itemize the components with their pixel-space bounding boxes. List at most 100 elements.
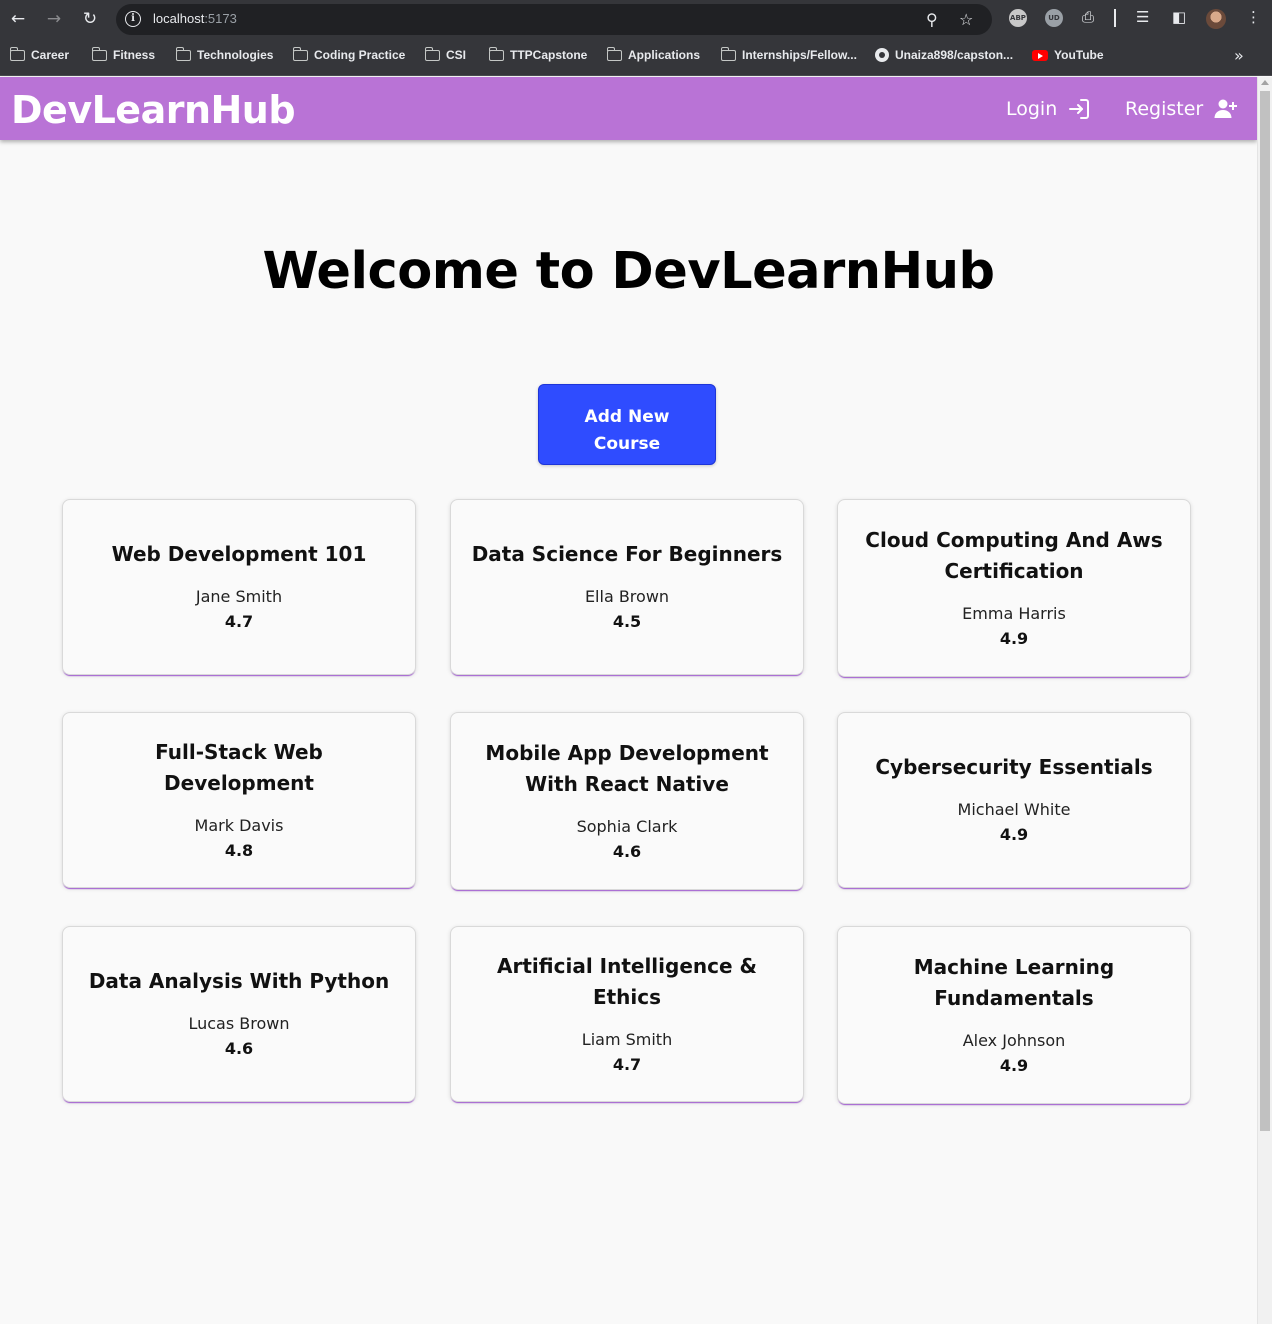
url-host: localhost: [153, 11, 205, 26]
bookmark-label: Technologies: [197, 48, 274, 62]
course-rating: 4.6: [224, 1039, 254, 1058]
url-port: :5173: [204, 11, 237, 26]
bookmark-label: Fitness: [113, 48, 156, 62]
course-card[interactable]: Artificial Intelligence & Ethics Liam Sm…: [450, 926, 804, 1102]
bookmark-internships[interactable]: Internships/Fellow...: [720, 46, 857, 62]
site-navbar: DevLearnHub Login Register: [0, 77, 1257, 140]
course-title: Cloud Computing And Aws Certification: [865, 527, 1163, 583]
course-instructor: Emma Harris: [962, 603, 1066, 623]
reload-icon[interactable]: ↻: [78, 7, 102, 31]
back-arrow-icon[interactable]: ←: [6, 7, 30, 31]
course-rating: 4.6: [612, 841, 642, 861]
add-user-icon: [1214, 99, 1238, 118]
course-title: Web Development 101: [111, 542, 367, 566]
address-url[interactable]: localhost:5173: [153, 11, 237, 26]
bookmark-label: Applications: [628, 48, 701, 62]
forward-arrow-icon[interactable]: →: [42, 7, 66, 31]
brand-logo[interactable]: DevLearnHub: [11, 88, 296, 132]
folder-icon: [175, 46, 191, 61]
course-card[interactable]: Web Development 101 Jane Smith 4.7: [62, 499, 416, 675]
ublock-extension-icon[interactable]: UD: [1045, 9, 1063, 27]
folder-icon: [720, 46, 736, 61]
scroll-up-arrow-icon[interactable]: [1261, 80, 1269, 85]
course-card[interactable]: Cybersecurity Essentials Michael White 4…: [837, 712, 1191, 888]
bookmark-label: CSI: [446, 48, 467, 62]
course-rating: 4.9: [999, 1055, 1029, 1075]
course-card[interactable]: Machine Learning Fundamentals Alex Johns…: [837, 926, 1191, 1104]
bookmark-label: YouTube: [1054, 48, 1104, 62]
course-instructor: Lucas Brown: [188, 1014, 290, 1033]
bookmark-technologies[interactable]: Technologies: [175, 46, 274, 62]
page-scrollbar[interactable]: [1257, 77, 1272, 1324]
bookmark-star-icon[interactable]: ☆: [959, 10, 973, 29]
bookmark-github-repo[interactable]: Unaiza898/capston...: [875, 48, 1013, 62]
course-title: Data Science For Beginners: [471, 542, 783, 566]
media-queue-icon[interactable]: ☰: [1136, 8, 1149, 26]
course-title: Cybersecurity Essentials: [875, 755, 1153, 779]
scrollbar-thumb[interactable]: [1260, 91, 1270, 1131]
add-new-course-button[interactable]: Add New Course: [538, 384, 716, 465]
browser-toolbar: ← → ↻ i localhost:5173 ⚲ ☆ ABP UD ⎙ ☰ ◧ …: [0, 0, 1272, 38]
bookmark-csi[interactable]: CSI: [424, 46, 467, 62]
folder-icon: [488, 46, 504, 61]
folder-icon: [292, 46, 308, 61]
register-link[interactable]: Register: [1125, 97, 1239, 121]
course-card[interactable]: Mobile App Development With React Native…: [450, 712, 804, 890]
adblock-extension-icon[interactable]: ABP: [1009, 9, 1027, 27]
course-instructor: Liam Smith: [581, 1029, 673, 1049]
course-rating: 4.7: [612, 1054, 642, 1074]
course-rating: 4.9: [999, 628, 1029, 648]
course-title: Data Analysis With Python: [88, 969, 390, 993]
folder-icon: [424, 46, 440, 61]
youtube-icon: [1032, 49, 1048, 61]
bookmark-label: TTPCapstone: [510, 48, 588, 62]
bookmarks-bar: Career Fitness Technologies Coding Pract…: [0, 38, 1272, 76]
course-instructor: Jane Smith: [195, 587, 283, 606]
bookmark-label: Internships/Fellow...: [742, 48, 857, 62]
folder-icon: [9, 46, 25, 61]
course-rating: 4.7: [224, 612, 254, 631]
course-card[interactable]: Data Science For Beginners Ella Brown 4.…: [450, 499, 804, 675]
toolbar-divider: [1114, 9, 1116, 27]
extensions-puzzle-icon[interactable]: ⎙: [1082, 8, 1094, 26]
course-instructor: Sophia Clark: [576, 816, 678, 836]
course-rating: 4.9: [999, 825, 1029, 844]
site-info-icon[interactable]: i: [125, 11, 141, 27]
bookmark-career[interactable]: Career: [9, 46, 70, 62]
course-title: Full-Stack Web Development: [155, 739, 323, 795]
more-bookmarks-chevron-icon[interactable]: »: [1234, 46, 1244, 65]
course-card[interactable]: Cloud Computing And Aws Certification Em…: [837, 499, 1191, 677]
bookmark-coding-practice[interactable]: Coding Practice: [292, 46, 406, 62]
folder-icon: [606, 46, 622, 61]
course-instructor: Alex Johnson: [962, 1030, 1066, 1050]
course-title: Machine Learning Fundamentals: [913, 954, 1115, 1010]
profile-avatar[interactable]: [1206, 9, 1226, 29]
bookmark-label: Career: [31, 48, 70, 62]
zoom-icon[interactable]: ⚲: [926, 10, 938, 29]
page-viewport: DevLearnHub Login Register Welcome to De…: [0, 77, 1272, 1324]
course-instructor: Michael White: [957, 800, 1071, 819]
register-label: Register: [1125, 98, 1204, 120]
bookmark-applications[interactable]: Applications: [606, 46, 701, 62]
bookmark-ttpcapstone[interactable]: TTPCapstone: [488, 46, 588, 62]
course-card[interactable]: Full-Stack Web Development Mark Davis 4.…: [62, 712, 416, 888]
course-rating: 4.8: [224, 840, 254, 860]
course-instructor: Ella Brown: [584, 587, 670, 606]
bookmark-youtube[interactable]: YouTube: [1032, 48, 1104, 62]
address-bar[interactable]: i localhost:5173 ⚲ ☆: [116, 4, 992, 35]
login-label: Login: [1006, 98, 1058, 120]
folder-icon: [91, 46, 107, 61]
course-rating: 4.5: [612, 612, 642, 631]
course-card[interactable]: Data Analysis With Python Lucas Brown 4.…: [62, 926, 416, 1102]
side-panel-icon[interactable]: ◧: [1172, 8, 1186, 26]
course-instructor: Mark Davis: [194, 815, 284, 835]
course-title: Artificial Intelligence & Ethics: [497, 953, 757, 1009]
page-title: Welcome to DevLearnHub: [262, 242, 995, 301]
course-title: Mobile App Development With React Native: [485, 740, 769, 796]
bookmark-fitness[interactable]: Fitness: [91, 46, 156, 62]
github-icon: [875, 48, 889, 62]
login-link[interactable]: Login: [1006, 97, 1091, 121]
bookmark-label: Coding Practice: [314, 48, 406, 62]
bookmark-label: Unaiza898/capston...: [895, 48, 1014, 62]
menu-kebab-icon[interactable]: ⋮: [1246, 8, 1261, 26]
